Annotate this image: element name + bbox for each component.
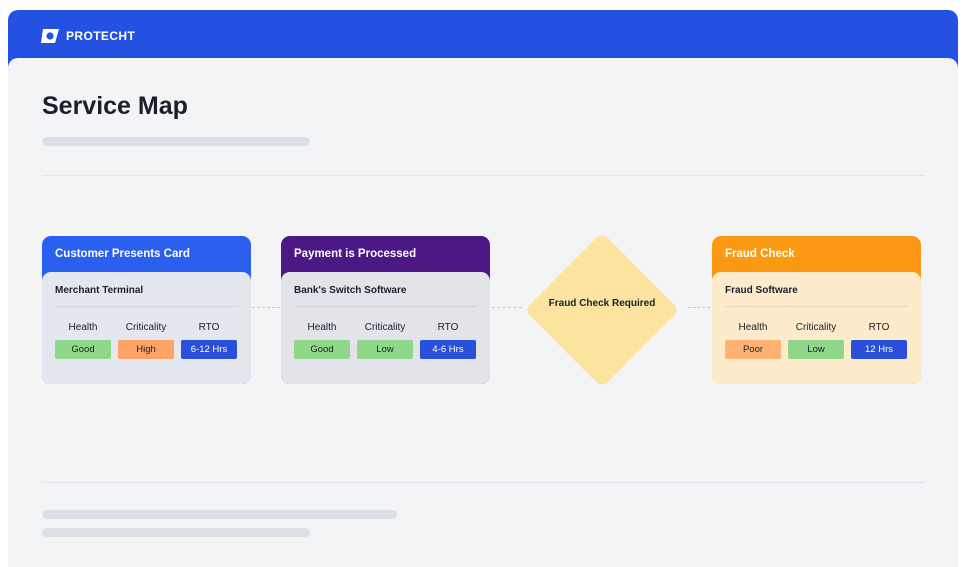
criticality-label: Criticality [125, 322, 167, 333]
health-label: Health [68, 322, 98, 333]
criticality-badge: Low [788, 340, 844, 359]
step-card-fraud-check[interactable]: Fraud Check Fraud Software Health Critic… [712, 236, 921, 384]
criticality-label: Criticality [364, 322, 406, 333]
step-title: Payment is Processed [294, 248, 417, 260]
rto-badge: 4-6 Hrs [420, 340, 476, 359]
step-body: Fraud Software Health Criticality RTO Po… [712, 272, 921, 384]
protecht-logo-icon [41, 29, 59, 43]
decision-label: Fraud Check Required [548, 298, 656, 309]
bottom-divider [42, 482, 925, 483]
card-divider [725, 306, 908, 307]
footer-placeholder-1 [42, 510, 397, 519]
step-title: Fraud Check [725, 248, 795, 260]
main-panel: Service Map Customer Presents Card Merch… [8, 58, 958, 567]
health-badge: Good [55, 340, 111, 359]
top-divider [42, 175, 925, 176]
brand[interactable]: PROTECHT [40, 28, 135, 44]
system-name: Bank's Switch Software [294, 285, 407, 296]
step-card-customer-presents-card[interactable]: Customer Presents Card Merchant Terminal… [42, 236, 251, 384]
connector-1-2 [252, 307, 280, 308]
system-name: Fraud Software [725, 285, 798, 296]
health-label: Health [738, 322, 768, 333]
system-name: Merchant Terminal [55, 285, 144, 296]
health-label: Health [307, 322, 337, 333]
step-title: Customer Presents Card [55, 248, 190, 260]
step-body: Merchant Terminal Health Criticality RTO… [42, 272, 251, 384]
subtitle-placeholder [42, 137, 310, 146]
card-divider [294, 306, 477, 307]
rto-badge: 6-12 Hrs [181, 340, 237, 359]
connector-2-decision [492, 307, 522, 308]
rto-badge: 12 Hrs [851, 340, 907, 359]
criticality-label: Criticality [795, 322, 837, 333]
rto-label: RTO [198, 322, 220, 333]
decision-node[interactable]: Fraud Check Required [524, 232, 680, 388]
page-title: Service Map [42, 92, 188, 120]
criticality-badge: Low [357, 340, 413, 359]
health-badge: Good [294, 340, 350, 359]
rto-label: RTO [437, 322, 459, 333]
step-body: Bank's Switch Software Health Criticalit… [281, 272, 490, 384]
criticality-badge: High [118, 340, 174, 359]
rto-label: RTO [868, 322, 890, 333]
health-badge: Poor [725, 340, 781, 359]
decision-diamond [524, 232, 680, 388]
card-divider [55, 306, 238, 307]
connector-decision-3 [688, 307, 710, 308]
footer-placeholder-2 [42, 528, 310, 537]
brand-name: PROTECHT [66, 29, 136, 43]
step-card-payment-is-processed[interactable]: Payment is Processed Bank's Switch Softw… [281, 236, 490, 384]
